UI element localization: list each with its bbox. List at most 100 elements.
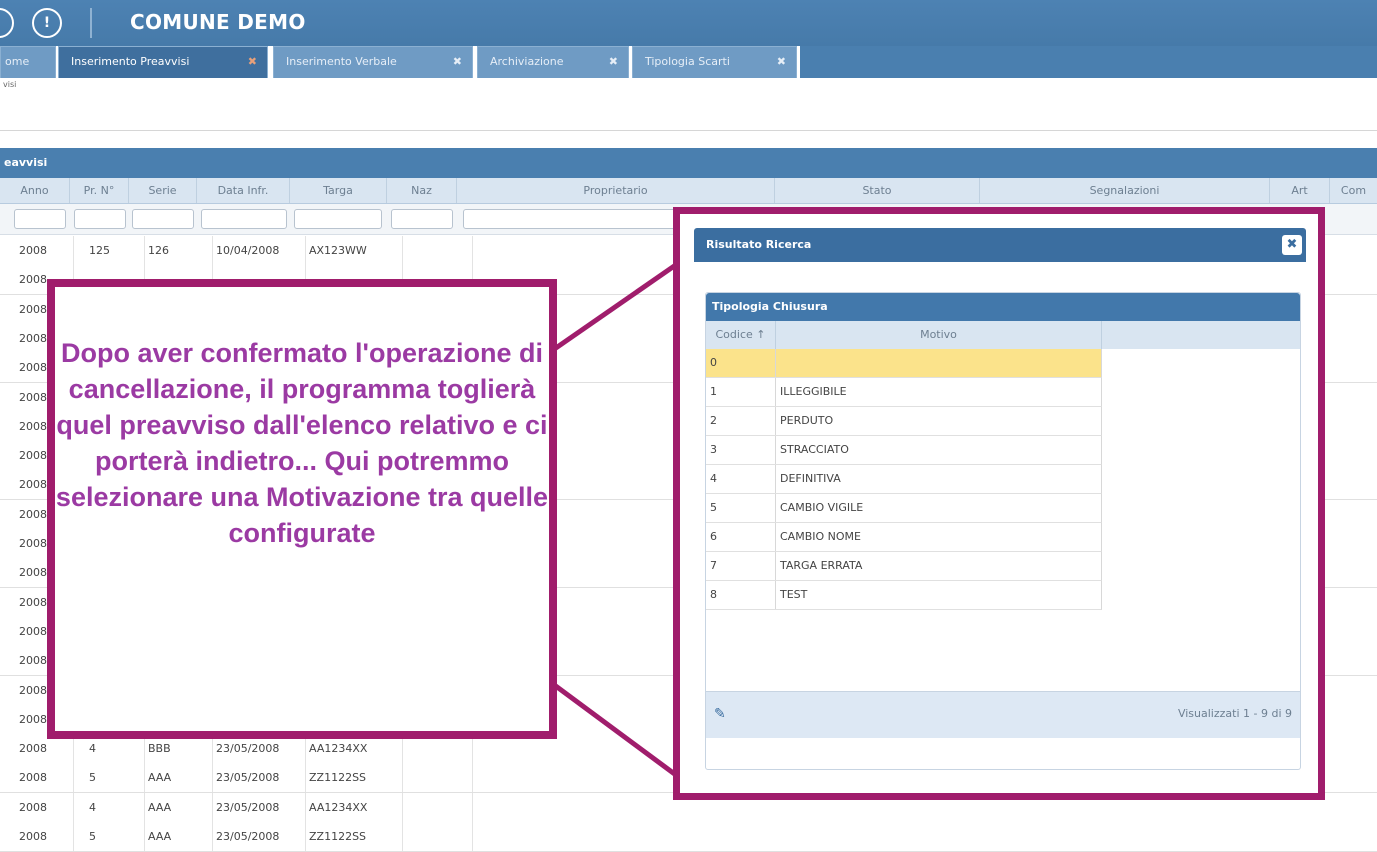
- filter-targa[interactable]: [294, 209, 382, 229]
- tab-home[interactable]: ome: [0, 46, 56, 78]
- table-row[interactable]: 2008 5 AAA 23/05/2008 ZZ1122SS: [0, 822, 1377, 852]
- back-icon[interactable]: [0, 8, 14, 38]
- col-segnalazioni[interactable]: Segnalazioni: [980, 178, 1270, 203]
- col-anno[interactable]: Anno: [0, 178, 70, 203]
- list-item[interactable]: 3 STRACCIATO: [706, 436, 1102, 465]
- grid-header: Anno Pr. N° Serie Data Infr. Targa Naz P…: [0, 178, 1377, 204]
- codice-cell: 3: [706, 436, 776, 464]
- close-icon[interactable]: ✖: [248, 47, 257, 77]
- motivo-cell: TARGA ERRATA: [780, 559, 863, 572]
- col-com[interactable]: Com: [1330, 178, 1377, 203]
- tab-label: ome: [5, 55, 30, 68]
- table-cell: 10/04/2008: [213, 236, 306, 265]
- filter-naz[interactable]: [391, 209, 453, 229]
- grid-title: eavvisi: [0, 148, 1377, 178]
- list-item[interactable]: 5 CAMBIO VIGILE: [706, 494, 1102, 523]
- list-item[interactable]: 8 TEST: [706, 581, 1102, 610]
- sub-toolbar: visi: [0, 78, 1377, 131]
- panel-header: Codice ↑ Motivo: [706, 321, 1300, 349]
- tab-tipologia-scarti[interactable]: Tipologia Scarti ✖: [632, 46, 797, 78]
- callout-text: Dopo aver confermato l'operazione di can…: [55, 338, 549, 548]
- app-title: COMUNE DEMO: [130, 10, 306, 34]
- app-header: ! COMUNE DEMO: [0, 0, 1377, 46]
- table-cell: 23/05/2008: [213, 763, 306, 793]
- table-cell: 2008: [16, 236, 74, 265]
- motivo-cell: STRACCIATO: [780, 443, 849, 456]
- pencil-icon[interactable]: ✎: [714, 706, 726, 722]
- header-divider: [90, 8, 92, 38]
- col-motivo[interactable]: Motivo: [776, 321, 1102, 349]
- list-item[interactable]: 6 CAMBIO NOME: [706, 523, 1102, 552]
- list-item[interactable]: 0: [706, 349, 1102, 378]
- tab-inserimento-verbale[interactable]: Inserimento Verbale ✖: [273, 46, 473, 78]
- tipologia-chiusura-panel: Tipologia Chiusura Codice ↑ Motivo 0 1 ILL…: [705, 292, 1301, 770]
- dialog-title-bar: Risultato Ricerca ✖: [694, 228, 1306, 262]
- motivo-cell: CAMBIO NOME: [780, 530, 861, 543]
- tab-label: Inserimento Verbale: [286, 55, 397, 68]
- table-cell: AX123WW: [306, 236, 403, 265]
- list-item[interactable]: 1 ILLEGGIBILE: [706, 378, 1102, 407]
- table-cell: ZZ1122SS: [306, 763, 403, 793]
- motivo-cell: TEST: [780, 588, 808, 601]
- table-cell: 125: [86, 236, 145, 265]
- codice-cell: 1: [706, 378, 776, 406]
- col-proprietario[interactable]: Proprietario: [457, 178, 775, 203]
- filter-pr-n[interactable]: [74, 209, 126, 229]
- motivo-cell: DEFINITIVA: [780, 472, 841, 485]
- motivo-cell: [776, 349, 1102, 377]
- breadcrumb: visi: [3, 80, 17, 89]
- tab-inserimento-preavvisi[interactable]: Inserimento Preavvisi ✖: [58, 46, 268, 78]
- close-icon[interactable]: ✖: [453, 47, 462, 77]
- motivo-cell: CAMBIO VIGILE: [780, 501, 864, 514]
- filter-data-infr[interactable]: [201, 209, 287, 229]
- panel-title: Tipologia Chiusura: [706, 293, 1300, 321]
- callout-box: Dopo aver confermato l'operazione di can…: [47, 279, 557, 739]
- col-naz[interactable]: Naz: [387, 178, 457, 203]
- table-cell: 5: [86, 763, 145, 793]
- table-cell: [403, 792, 473, 822]
- codice-cell: 0: [706, 349, 776, 377]
- codice-cell: 7: [706, 552, 776, 580]
- table-cell: 2008: [16, 763, 74, 793]
- table-cell: AA1234XX: [306, 792, 403, 822]
- table-cell: 126: [145, 236, 213, 265]
- motivo-cell: PERDUTO: [780, 414, 834, 427]
- pager-info: Visualizzati 1 - 9 di 9: [1177, 707, 1292, 720]
- tab-label: Archiviazione: [490, 55, 564, 68]
- codice-cell: 4: [706, 465, 776, 493]
- table-cell: AAA: [145, 792, 213, 822]
- close-icon[interactable]: ✖: [777, 47, 786, 77]
- table-cell: [403, 236, 473, 265]
- tab-label: Inserimento Preavvisi: [71, 55, 190, 68]
- table-cell: 4: [86, 792, 145, 822]
- col-codice[interactable]: Codice ↑: [706, 321, 776, 349]
- tab-archiviazione[interactable]: Archiviazione ✖: [477, 46, 629, 78]
- tab-label: Tipologia Scarti: [645, 55, 730, 68]
- list-item[interactable]: 7 TARGA ERRATA: [706, 552, 1102, 581]
- tab-bar-fill: [800, 46, 1377, 78]
- col-targa[interactable]: Targa: [290, 178, 387, 203]
- col-data-infr[interactable]: Data Infr.: [197, 178, 290, 203]
- dialog-title: Risultato Ricerca: [706, 238, 812, 251]
- codice-cell: 8: [706, 581, 776, 609]
- list-item[interactable]: 2 PERDUTO: [706, 407, 1102, 436]
- search-result-dialog: Risultato Ricerca ✖ Tipologia Chiusura C…: [673, 207, 1325, 800]
- table-cell: [403, 763, 473, 793]
- col-serie[interactable]: Serie: [129, 178, 197, 203]
- panel-footer: ✎ Visualizzati 1 - 9 di 9: [706, 691, 1300, 738]
- close-icon[interactable]: ✖: [609, 47, 618, 77]
- codice-cell: 6: [706, 523, 776, 551]
- codice-cell: 5: [706, 494, 776, 522]
- codice-cell: 2: [706, 407, 776, 435]
- table-cell: 2008: [16, 792, 74, 822]
- filter-anno[interactable]: [14, 209, 66, 229]
- col-art[interactable]: Art: [1270, 178, 1330, 203]
- col-stato[interactable]: Stato: [775, 178, 980, 203]
- filter-serie[interactable]: [132, 209, 194, 229]
- col-pr-n[interactable]: Pr. N°: [70, 178, 129, 203]
- list-item[interactable]: 4 DEFINITIVA: [706, 465, 1102, 494]
- info-icon[interactable]: !: [32, 8, 62, 38]
- table-cell: AAA: [145, 763, 213, 793]
- table-cell: 23/05/2008: [213, 792, 306, 822]
- close-icon[interactable]: ✖: [1282, 235, 1302, 255]
